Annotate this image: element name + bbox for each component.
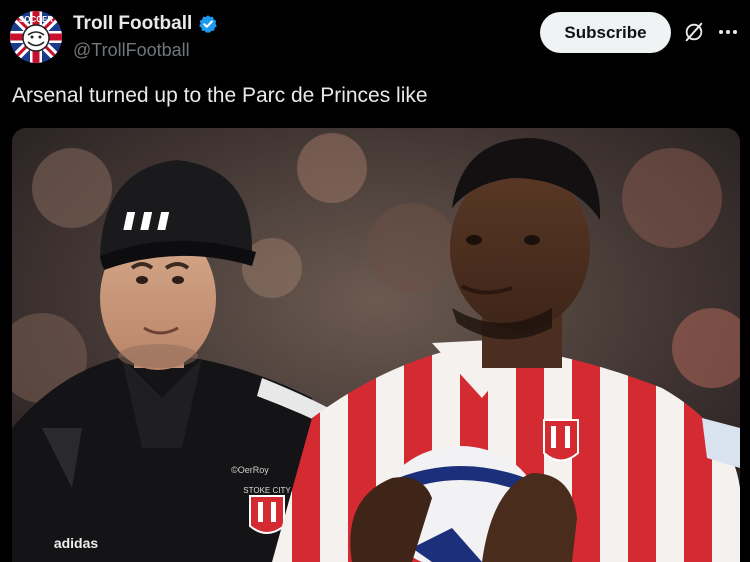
tweet-text: Arsenal turned up to the Parc de Princes… (12, 84, 428, 107)
avatar[interactable]: SOCCER (10, 11, 62, 63)
verified-badge-icon (199, 15, 218, 33)
jacket-badge-text: STOKE CITY (243, 486, 291, 495)
handle[interactable]: @TrollFootball (73, 40, 190, 61)
subscribe-button[interactable]: Subscribe (540, 12, 671, 53)
post-header: SOCCER Troll Football @TrollFootball Sub… (0, 0, 750, 70)
grok-icon[interactable] (683, 21, 705, 43)
name-row: Troll Football (73, 13, 218, 35)
display-name[interactable]: Troll Football (73, 13, 192, 35)
tweet-media-photo[interactable]: STOKE CITY ©OerRoy adidas (12, 128, 740, 562)
jacket-tag-text: ©OerRoy (231, 465, 269, 475)
avatar-text: SOCCER (19, 15, 53, 24)
more-icon[interactable] (716, 20, 740, 44)
adidas-text: adidas (54, 535, 99, 551)
